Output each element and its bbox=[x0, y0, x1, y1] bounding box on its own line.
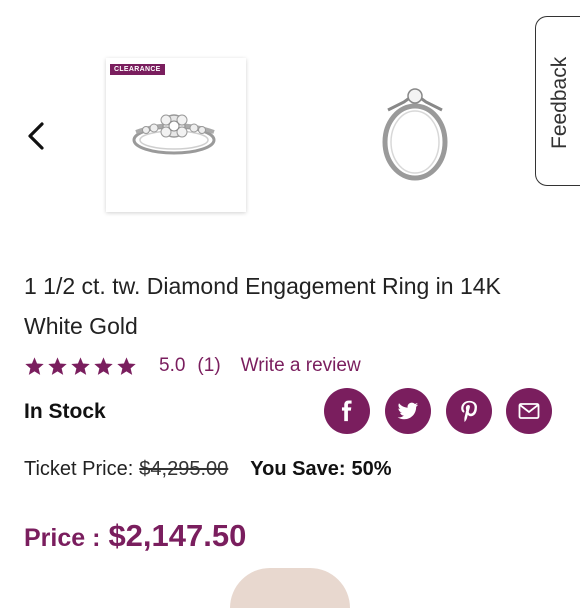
star-icon bbox=[71, 356, 90, 375]
facebook-share-button[interactable] bbox=[324, 388, 370, 434]
review-count[interactable]: (1) bbox=[197, 355, 220, 377]
star-icon bbox=[25, 356, 44, 375]
sale-price: $2,147.50 bbox=[108, 518, 247, 553]
star-icon bbox=[48, 356, 67, 375]
product-thumbnail-1[interactable]: CLEARANCE bbox=[106, 58, 246, 212]
you-save-value: 50% bbox=[351, 458, 392, 480]
pinterest-icon bbox=[461, 400, 478, 422]
partial-image-bottom bbox=[230, 568, 350, 608]
ticket-price: $4,295.00 bbox=[139, 458, 229, 480]
stock-status: In Stock bbox=[24, 400, 106, 423]
product-thumbnail-2[interactable] bbox=[370, 80, 460, 190]
email-share-button[interactable] bbox=[506, 388, 552, 434]
price-row: Price : $2,147.50 bbox=[24, 518, 246, 554]
write-review-link[interactable]: Write a review bbox=[241, 355, 361, 377]
chevron-left-icon bbox=[28, 122, 44, 150]
ring-side-image bbox=[382, 88, 448, 181]
price-label: Price : bbox=[24, 524, 101, 552]
you-save-label: You Save: bbox=[250, 458, 346, 480]
product-title: 1 1/2 ct. tw. Diamond Engagement Ring in… bbox=[24, 273, 501, 339]
email-icon bbox=[518, 403, 540, 419]
feedback-label: Feedback bbox=[548, 56, 571, 149]
rating-value: 5.0 bbox=[159, 355, 186, 376]
ring-front-image bbox=[132, 114, 216, 155]
star-icon bbox=[94, 356, 113, 375]
back-button[interactable] bbox=[22, 118, 52, 154]
star-rating bbox=[24, 356, 137, 377]
facebook-icon bbox=[341, 400, 352, 422]
pinterest-share-button[interactable] bbox=[446, 388, 492, 434]
rating-row: 5.0 (1) Write a review bbox=[24, 352, 361, 380]
ticket-price-label: Ticket Price: bbox=[24, 458, 134, 480]
twitter-icon bbox=[397, 402, 419, 420]
feedback-tab[interactable]: Feedback bbox=[535, 16, 580, 186]
star-icon bbox=[117, 356, 136, 375]
twitter-share-button[interactable] bbox=[385, 388, 431, 434]
ticket-price-row: Ticket Price: $4,295.00 You Save: 50% bbox=[24, 458, 392, 481]
